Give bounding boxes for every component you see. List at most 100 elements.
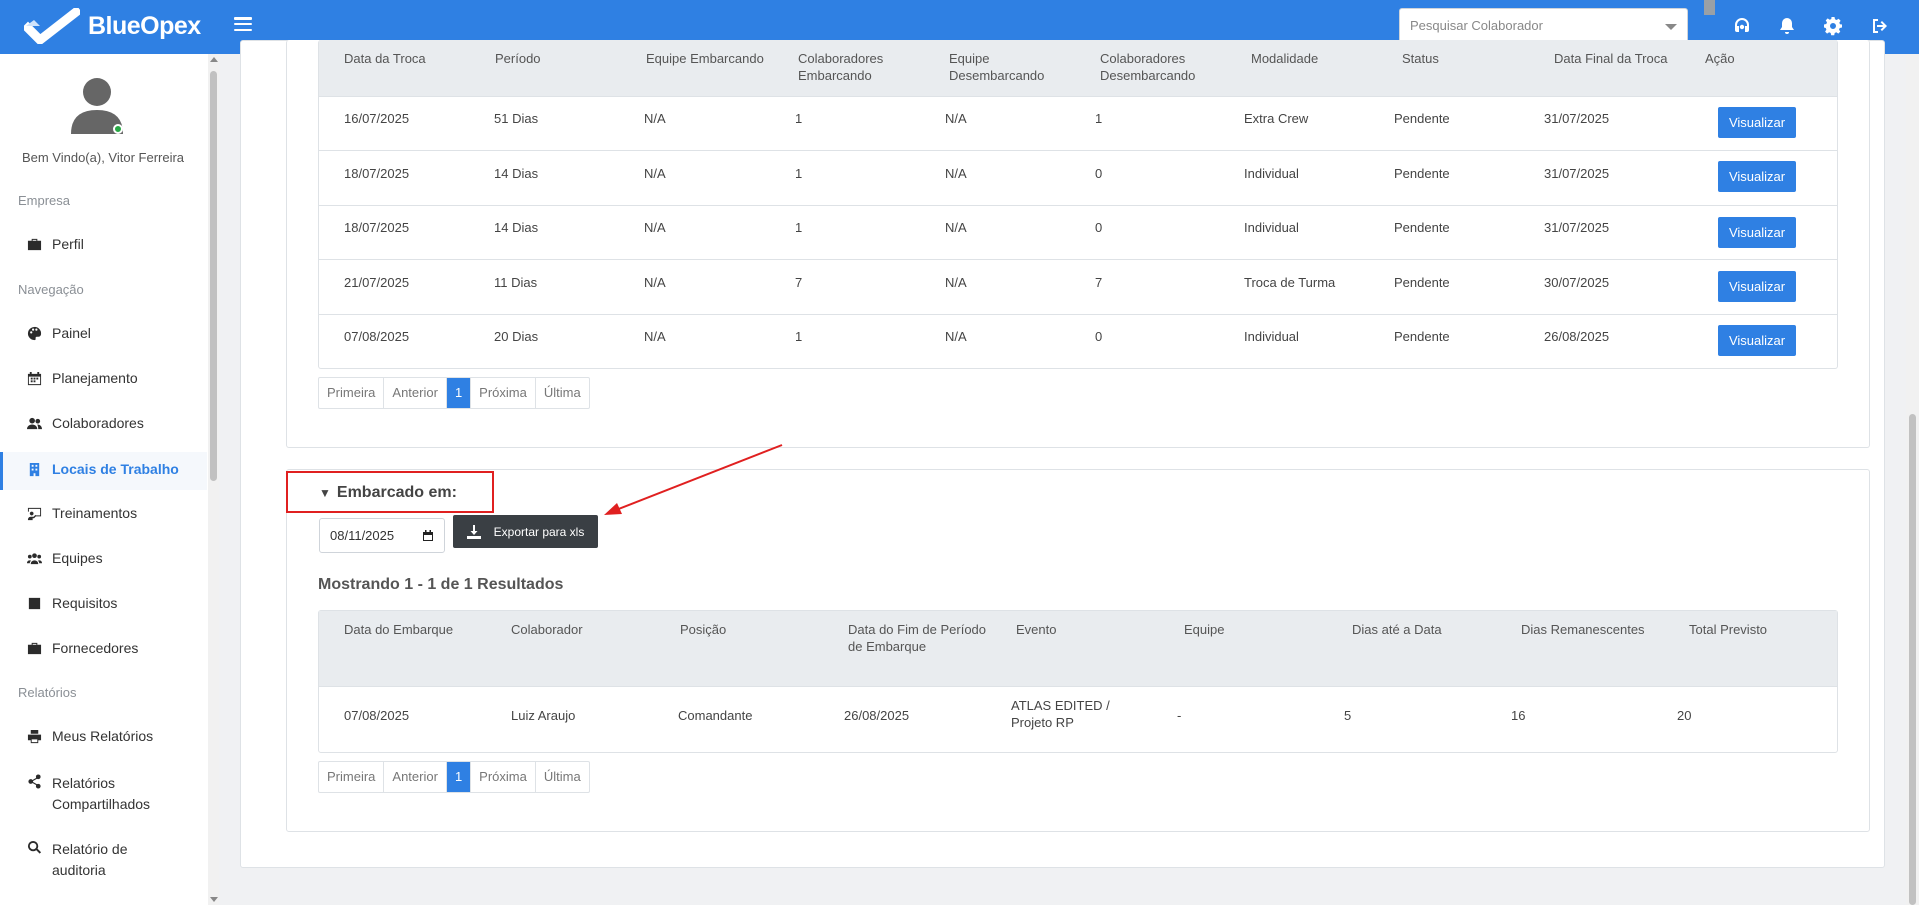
chalkboard-icon: [27, 506, 43, 522]
cell: 0: [1095, 220, 1103, 235]
search-collaborator-select[interactable]: Pesquisar Colaborador: [1399, 8, 1688, 43]
export-label: Exportar para xls: [493, 524, 585, 539]
search-doc-icon: [27, 840, 43, 856]
cell: Luiz Araujo: [511, 708, 576, 723]
cell: 11 Dias: [494, 275, 538, 290]
cell: Individual: [1244, 329, 1299, 344]
cell: 0: [1095, 329, 1103, 344]
pager-next[interactable]: Próxima: [471, 378, 536, 408]
pager-first[interactable]: Primeira: [319, 378, 385, 408]
briefcase-icon: [27, 237, 43, 253]
visualizar-button[interactable]: Visualizar: [1718, 325, 1796, 356]
th-dias-ate-data: Dias até a Data: [1352, 622, 1442, 637]
cell: ATLAS EDITED / Projeto RP: [1011, 698, 1110, 730]
online-status-dot: [113, 124, 123, 134]
scroll-up-icon[interactable]: [210, 57, 218, 62]
cell: Pendente: [1394, 329, 1450, 344]
visualizar-button[interactable]: Visualizar: [1718, 271, 1796, 302]
pager-first[interactable]: Primeira: [319, 762, 385, 792]
sidebar-item-perfil[interactable]: Perfil: [0, 236, 207, 253]
th-evento: Evento: [1016, 622, 1057, 637]
export-xls-button[interactable]: Exportar para xls: [453, 515, 598, 548]
section-empresa: Empresa: [18, 193, 71, 208]
sidebar-item-label: Fornecedores: [52, 640, 139, 656]
th-modalidade: Modalidade: [1251, 51, 1319, 66]
checkbox-icon: [27, 596, 43, 612]
cell: Individual: [1244, 220, 1299, 235]
sidebar-item-relatorios-compartilhados[interactable]: Relatórios Compartilhados: [0, 773, 190, 815]
pager-current[interactable]: 1: [446, 378, 472, 408]
cell: 1: [795, 329, 803, 344]
team-icon: [27, 551, 43, 567]
sidebar-item-colaboradores[interactable]: Colaboradores: [0, 415, 207, 432]
visualizar-button[interactable]: Visualizar: [1718, 161, 1796, 192]
bell-icon[interactable]: [1776, 15, 1798, 37]
sidebar-item-relatorio-auditoria[interactable]: Relatório de auditoria: [0, 839, 170, 881]
pager-next[interactable]: Próxima: [471, 762, 536, 792]
table-row: 16/07/2025 51 Dias N/A 1 N/A 1 Extra Cre…: [319, 97, 1837, 151]
scrollbar-thumb[interactable]: [1909, 414, 1916, 905]
sidebar-item-locais-de-trabalho[interactable]: Locais de Trabalho: [0, 452, 207, 490]
sidebar-item-fornecedores[interactable]: Fornecedores: [0, 640, 207, 657]
pager-prev[interactable]: Anterior: [384, 378, 447, 408]
section-navegacao: Navegação: [18, 282, 84, 297]
sidebar-item-label: Planejamento: [52, 370, 138, 386]
print-icon: [27, 729, 43, 745]
sidebar-item-treinamentos[interactable]: Treinamentos: [0, 505, 207, 522]
cell: N/A: [945, 275, 967, 290]
logo[interactable]: BlueOpex: [24, 8, 201, 44]
avatar[interactable]: [71, 76, 123, 134]
cell: 14 Dias: [494, 220, 539, 235]
sidebar-item-label: Locais de Trabalho: [52, 461, 179, 477]
table-row: 07/08/2025 20 Dias N/A 1 N/A 0 Individua…: [319, 315, 1837, 369]
sidebar-item-meus-relatorios[interactable]: Meus Relatórios: [0, 728, 207, 745]
cell: N/A: [945, 220, 967, 235]
th-colaboradores-embarcando: Colaboradores Embarcando: [798, 51, 884, 83]
th-colaborador: Colaborador: [511, 622, 583, 637]
th-total-previsto: Total Previsto: [1689, 622, 1768, 637]
calendar-icon[interactable]: [422, 530, 434, 542]
trocas-table: Data da Troca Período Equipe Embarcando …: [318, 40, 1838, 369]
sidebar-item-planejamento[interactable]: Planejamento: [0, 370, 207, 387]
visualizar-button[interactable]: Visualizar: [1718, 217, 1796, 248]
page-scrollbar[interactable]: [1906, 54, 1919, 905]
sidebar-scrollbar[interactable]: [208, 54, 219, 905]
pager-last[interactable]: Última: [536, 378, 589, 408]
cell: 1: [1095, 111, 1103, 126]
pager-current[interactable]: 1: [446, 762, 472, 792]
welcome-text: Bem Vindo(a), Vitor Ferreira: [21, 150, 185, 165]
sidebar-item-equipes[interactable]: Equipes: [0, 550, 207, 567]
gear-icon[interactable]: [1822, 15, 1844, 37]
embarcado-date-input[interactable]: 08/11/2025: [319, 518, 445, 553]
pager-prev[interactable]: Anterior: [384, 762, 447, 792]
results-count: Mostrando 1 - 1 de 1 Resultados: [318, 576, 564, 593]
logo-check-icon: [24, 8, 80, 44]
sidebar-item-requisitos[interactable]: Requisitos: [0, 595, 207, 612]
headset-icon[interactable]: [1731, 15, 1753, 37]
cell: Extra Crew: [1244, 111, 1309, 126]
table-row: 18/07/2025 14 Dias N/A 1 N/A 0 Individua…: [319, 206, 1837, 260]
chevron-down-icon: [1665, 24, 1677, 30]
th-data-fim-periodo: Data do Fim de Período de Embarque: [848, 622, 987, 654]
scrollbar-thumb[interactable]: [210, 71, 217, 481]
embarcado-pagination: Primeira Anterior 1 Próxima Última: [318, 761, 590, 793]
cell: Comandante: [678, 708, 753, 723]
cell: Individual: [1244, 166, 1299, 181]
table-row: 07/08/2025 Luiz Araujo Comandante 26/08/…: [319, 687, 1837, 753]
th-data-final-troca: Data Final da Troca: [1554, 51, 1668, 66]
cell: 1: [795, 166, 803, 181]
pager-last[interactable]: Última: [536, 762, 589, 792]
scroll-down-icon[interactable]: [210, 897, 218, 902]
embarcado-table-header: Data do Embarque Colaborador Posição Dat…: [319, 611, 1837, 687]
visualizar-button[interactable]: Visualizar: [1718, 107, 1796, 138]
th-dias-remanescentes: Dias Remanescentes: [1521, 622, 1645, 637]
cell: N/A: [945, 166, 967, 181]
cell: N/A: [644, 329, 666, 344]
menu-toggle-icon[interactable]: [234, 15, 252, 33]
scroll-indicator: [1704, 0, 1715, 15]
logout-icon[interactable]: [1869, 15, 1891, 37]
sidebar-item-painel[interactable]: Painel: [0, 325, 207, 342]
trocas-table-header: Data da Troca Período Equipe Embarcando …: [319, 40, 1837, 97]
cell: 07/08/2025: [344, 329, 410, 344]
cell: 7: [1095, 275, 1103, 290]
